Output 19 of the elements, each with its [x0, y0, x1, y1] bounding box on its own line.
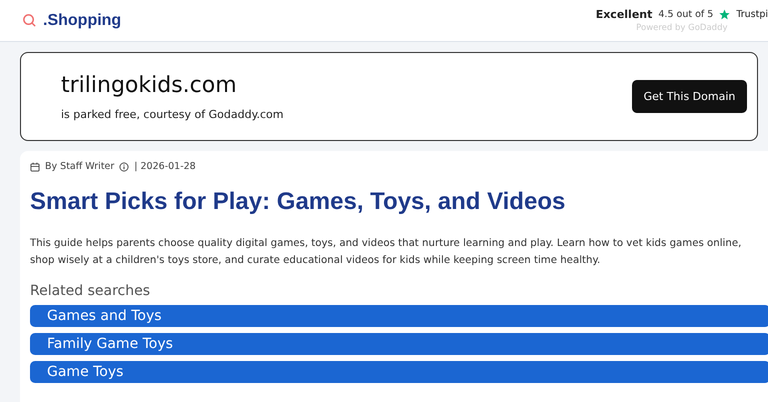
- parked-text: is parked free, courtesy of Godaddy.com: [61, 108, 284, 120]
- author-text: By Staff Writer: [45, 161, 114, 172]
- domain-name: trilingokids.com: [61, 72, 238, 98]
- article-title: Smart Picks for Play: Games, Toys, and Videos: [30, 188, 566, 216]
- date-text: | 2026-01-28: [134, 161, 196, 172]
- rating-label: Excellent: [596, 8, 652, 21]
- related-search-link[interactable]: Games and Toys: [30, 305, 768, 327]
- rating-score: 4.5 out of 5: [658, 9, 714, 20]
- site-logo[interactable]: .Shopping: [43, 12, 122, 30]
- article-body: This guide helps parents choose quality digital games, toys, and videos that nurture learning and play. Learn how to vet kids games online, shop wisely at a children's toys store, and curate educational videos for kids while keeping screen time healthy.: [30, 237, 742, 268]
- search-icon: [22, 13, 37, 28]
- star-icon: [719, 9, 730, 20]
- info-icon: [119, 162, 130, 172]
- related-heading: Related searches: [30, 283, 152, 299]
- related-search-link[interactable]: Game Toys: [30, 361, 768, 383]
- get-domain-button[interactable]: Get This Domain: [632, 80, 747, 113]
- related-search-link[interactable]: Family Game Toys: [30, 333, 768, 355]
- calendar-icon: [30, 162, 40, 172]
- brand-name: Trustpi: [736, 9, 768, 20]
